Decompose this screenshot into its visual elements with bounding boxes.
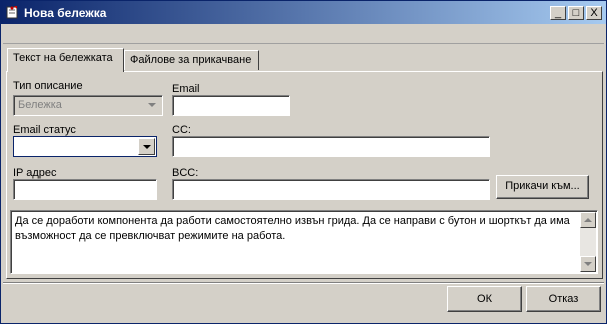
maximize-icon: □: [572, 7, 580, 19]
chevron-down-icon: [144, 97, 161, 114]
email-label: Email: [172, 83, 200, 95]
attach-to-button[interactable]: Прикачи към...: [496, 175, 589, 199]
ip-label: IP адрес: [13, 167, 57, 179]
note-dialog-window: Нова бележка _ □ X Текст на бележката Фа…: [0, 0, 607, 324]
type-select-value: Бележка: [18, 99, 62, 111]
tab-label: Текст на бележката: [13, 52, 113, 64]
email-status-label: Email статус: [13, 124, 76, 136]
ok-button-label: ОК: [477, 293, 492, 305]
window-title: Нова бележка: [24, 6, 107, 20]
note-icon: [5, 5, 19, 19]
tab-attachments[interactable]: Файлове за прикачване: [124, 50, 259, 70]
tab-note-text[interactable]: Текст на бележката: [7, 48, 124, 72]
bcc-field[interactable]: [172, 179, 490, 200]
chevron-down-icon[interactable]: [138, 138, 155, 155]
email-status-select[interactable]: [13, 136, 157, 157]
minimize-button[interactable]: _: [550, 6, 566, 20]
bcc-label: BCC:: [172, 167, 199, 179]
ok-button[interactable]: ОК: [447, 286, 522, 312]
maximize-button[interactable]: □: [568, 6, 584, 20]
email-field[interactable]: [172, 95, 290, 116]
attach-to-button-label: Прикачи към...: [505, 180, 580, 192]
arrow-down-icon: [584, 262, 592, 266]
toolbar-band: [3, 26, 604, 44]
title-bar[interactable]: Нова бележка _ □ X: [1, 1, 606, 24]
ip-field[interactable]: [13, 179, 157, 200]
cancel-button-label: Отказ: [548, 293, 579, 305]
close-button[interactable]: X: [586, 6, 602, 20]
type-label: Тип описание: [13, 80, 83, 92]
type-select[interactable]: Бележка: [13, 95, 163, 116]
cc-label: CC:: [172, 124, 191, 136]
cancel-button[interactable]: Отказ: [526, 286, 601, 312]
close-icon: X: [590, 7, 598, 19]
note-text-area[interactable]: Да се доработи компонента да работи само…: [10, 210, 598, 274]
tab-label: Файлове за прикачване: [130, 54, 252, 66]
cc-field[interactable]: [172, 136, 490, 157]
footer-separator: [3, 282, 604, 284]
arrow-up-icon: [584, 218, 592, 222]
note-text: Да се доработи компонента да работи само…: [15, 215, 570, 242]
scroll-down-button[interactable]: [580, 256, 596, 272]
minimize-icon: _: [554, 7, 562, 19]
vertical-scrollbar[interactable]: [580, 212, 596, 272]
scroll-up-button[interactable]: [580, 212, 596, 228]
